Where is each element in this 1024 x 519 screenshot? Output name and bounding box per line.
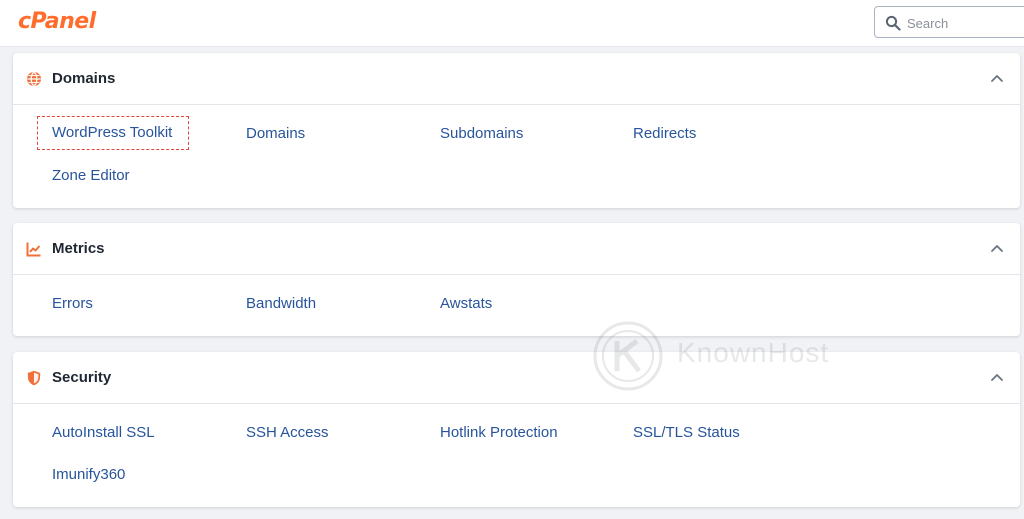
search-box[interactable]	[874, 6, 1024, 38]
cpanel-logo[interactable]: cPanel	[18, 8, 96, 36]
hotlink-protection-link[interactable]: Hotlink Protection	[440, 424, 558, 442]
domains-link[interactable]: Domains	[246, 125, 305, 143]
metrics-section-header[interactable]: Metrics	[13, 223, 1020, 275]
chevron-up-icon[interactable]	[990, 73, 1004, 83]
domains-section: Domains WordPress Toolkit Domains Subdom…	[13, 53, 1020, 208]
search-input[interactable]	[905, 11, 1019, 35]
section-title: Security	[52, 369, 112, 386]
bandwidth-link[interactable]: Bandwidth	[246, 295, 316, 313]
awstats-link[interactable]: Awstats	[440, 295, 492, 313]
chart-line-icon	[26, 242, 41, 257]
autoinstall-ssl-link[interactable]: AutoInstall SSL	[52, 424, 155, 442]
globe-icon	[27, 71, 41, 87]
redirects-link[interactable]: Redirects	[633, 125, 696, 143]
section-title: Domains	[52, 70, 116, 87]
errors-link[interactable]: Errors	[52, 295, 93, 313]
search-icon	[885, 15, 901, 31]
security-section-header[interactable]: Security	[13, 352, 1020, 404]
chevron-up-icon[interactable]	[990, 372, 1004, 382]
top-bar: cPanel	[0, 0, 1024, 47]
zone-editor-link[interactable]: Zone Editor	[52, 167, 130, 185]
subdomains-link[interactable]: Subdomains	[440, 125, 523, 143]
wordpress-toolkit-link[interactable]: WordPress Toolkit	[36, 116, 190, 150]
chevron-up-icon[interactable]	[990, 243, 1004, 253]
domains-section-header[interactable]: Domains	[13, 53, 1020, 105]
ssh-access-link[interactable]: SSH Access	[246, 424, 329, 442]
security-section: Security AutoInstall SSL SSH Access Hotl…	[13, 352, 1020, 507]
ssl-tls-status-link[interactable]: SSL/TLS Status	[633, 424, 740, 442]
shield-icon	[27, 370, 41, 386]
section-title: Metrics	[52, 240, 105, 257]
imunify360-link[interactable]: Imunify360	[52, 466, 125, 484]
metrics-section: Metrics Errors Bandwidth Awstats	[13, 223, 1020, 336]
